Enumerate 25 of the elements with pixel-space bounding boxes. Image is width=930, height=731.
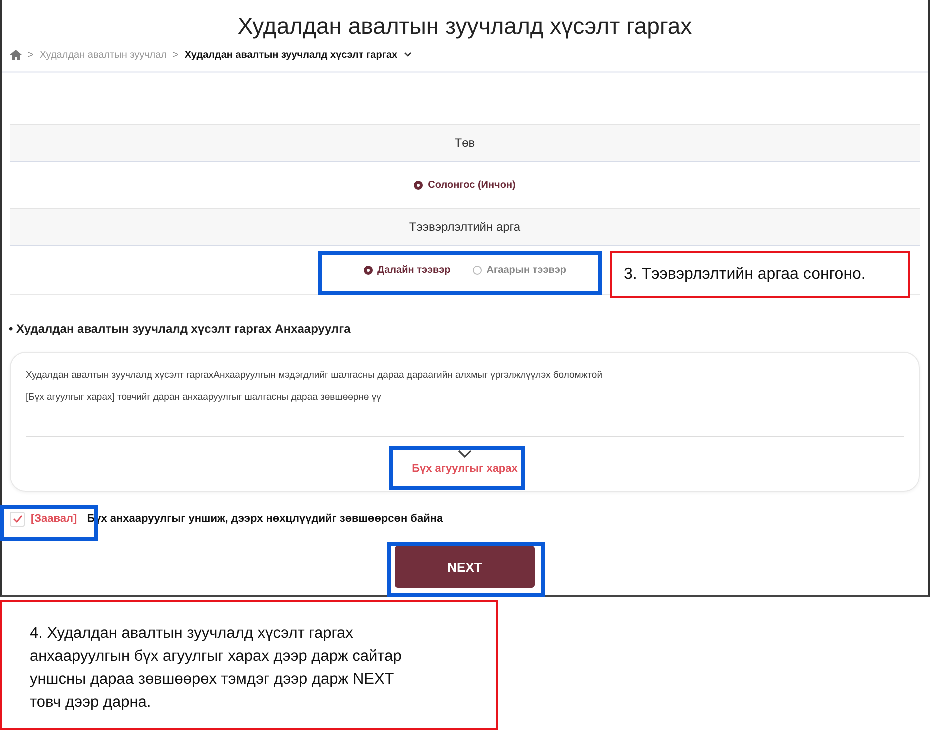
radio-option[interactable]: Солонгос (Инчон) (414, 180, 516, 190)
breadcrumb-separator: > (28, 50, 34, 60)
breadcrumb-separator: > (173, 50, 179, 60)
section-header: Тээвэрлэлтийн арга (10, 208, 920, 246)
radio-button[interactable] (414, 180, 424, 190)
next-button[interactable]: NEXT (395, 546, 535, 588)
notice-text: Худалдан авалтын зуучлалд хүсэлт гаргахАнхааруулгын мэдэгдлийг шалгасны дараа дараагийн алхмыг үргэлжлүүлэх боломжтой (26, 370, 604, 383)
radio-option[interactable]: Агаарын тээвэр (472, 264, 566, 276)
callout-note: 4. Худалдан авалтын зуучлалд хүсэлт гаргах анхааруулгын бүх агуулгыг харах дээр дарж сайтар уншсны дараа зөвшөөрөх тэмдэг дээр дарж NEXT товч дээр дарна. (0, 600, 498, 730)
required-label: [Заавал] (31, 513, 78, 525)
checkmark-icon (12, 515, 22, 523)
radio-option[interactable]: Далайн тээвэр (364, 264, 451, 276)
radio-button[interactable] (472, 266, 482, 274)
checkbox[interactable] (10, 512, 25, 526)
breadcrumb-current[interactable]: Худалдан авалтын зуучлалд хүсэлт гаргах (184, 50, 398, 60)
notice-text: [Бүх агуулгыг харах] товчийг даран анхааруулгыг шалгасны дараа зөвшөөрнө үү (26, 392, 382, 405)
radio-button[interactable] (364, 266, 372, 274)
chevron-down-icon[interactable] (458, 450, 472, 459)
home-icon[interactable] (10, 50, 22, 60)
view-all-link[interactable]: Бүх агуулгыг харах (412, 463, 518, 475)
chevron-down-icon[interactable] (404, 52, 412, 58)
page-title: Худалдан авалтын зуучлалд хүсэлт гаргах (236, 12, 694, 41)
callout-note: 3. Тээвэрлэлтийн аргаа сонгоно. (610, 251, 910, 298)
section-header: Төв (10, 124, 920, 162)
notice-title: • Худалдан авалтын зуучлалд хүсэлт гаргах Анхааруулга (9, 322, 352, 338)
